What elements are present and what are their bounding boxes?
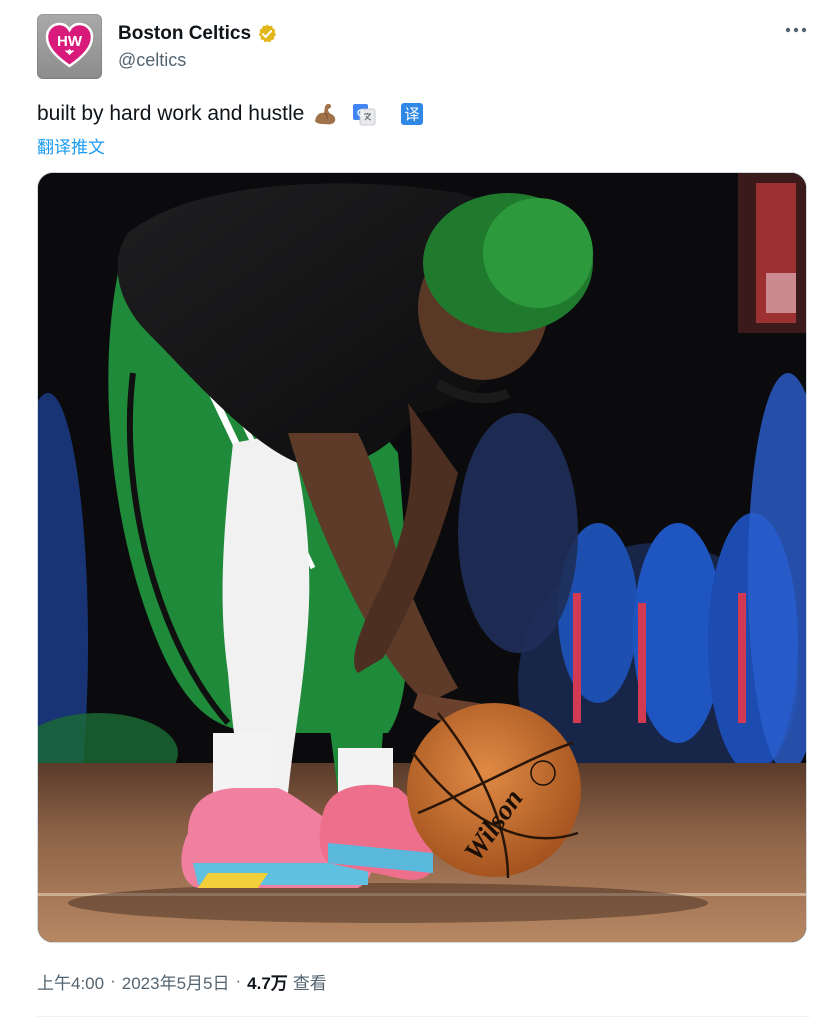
handle[interactable]: @celtics [118, 50, 278, 71]
svg-text:G: G [357, 108, 364, 118]
tweet-meta: 上午4:00 · 2023年5月5日 · 4.7万 查看 [37, 968, 327, 994]
tweet-photo[interactable]: Wilson [37, 172, 807, 943]
heart-logo-icon: HW [45, 22, 94, 68]
more-button[interactable] [782, 20, 810, 40]
avatar[interactable]: HW [37, 13, 102, 79]
display-name[interactable]: Boston Celtics [118, 23, 251, 45]
tweet-text-row: built by hard work and hustle G 译 [37, 100, 424, 128]
more-dots-icon [785, 27, 807, 33]
meta-separator-2: · [235, 971, 242, 990]
divider [37, 1016, 810, 1017]
tweet-header: HW Boston Celtics @celtics [37, 13, 278, 79]
display-name-row: Boston Celtics [118, 21, 278, 47]
author-names: Boston Celtics @celtics [118, 21, 278, 71]
meta-separator: · [110, 971, 116, 990]
tweet-text: built by hard work and hustle [37, 102, 305, 125]
avatar-text: HW [57, 33, 83, 50]
svg-text:译: 译 [405, 106, 420, 124]
photo-image: Wilson [38, 173, 806, 942]
translate-tweet-link[interactable]: 翻译推文 [37, 133, 105, 158]
verified-badge-icon[interactable] [256, 23, 278, 45]
tweet-card: HW Boston Celtics @celtics built by hard… [0, 0, 840, 1018]
flexed-biceps-icon [315, 103, 336, 125]
tweet-date[interactable]: 2023年5月5日 [122, 969, 230, 994]
views-label: 查看 [292, 973, 327, 993]
translate-yi-icon[interactable]: 译 [400, 102, 424, 126]
google-translate-icon[interactable]: G [352, 102, 376, 126]
tweet-time[interactable]: 上午4:00 [37, 969, 104, 994]
views-count: 4.7万 [247, 973, 288, 993]
